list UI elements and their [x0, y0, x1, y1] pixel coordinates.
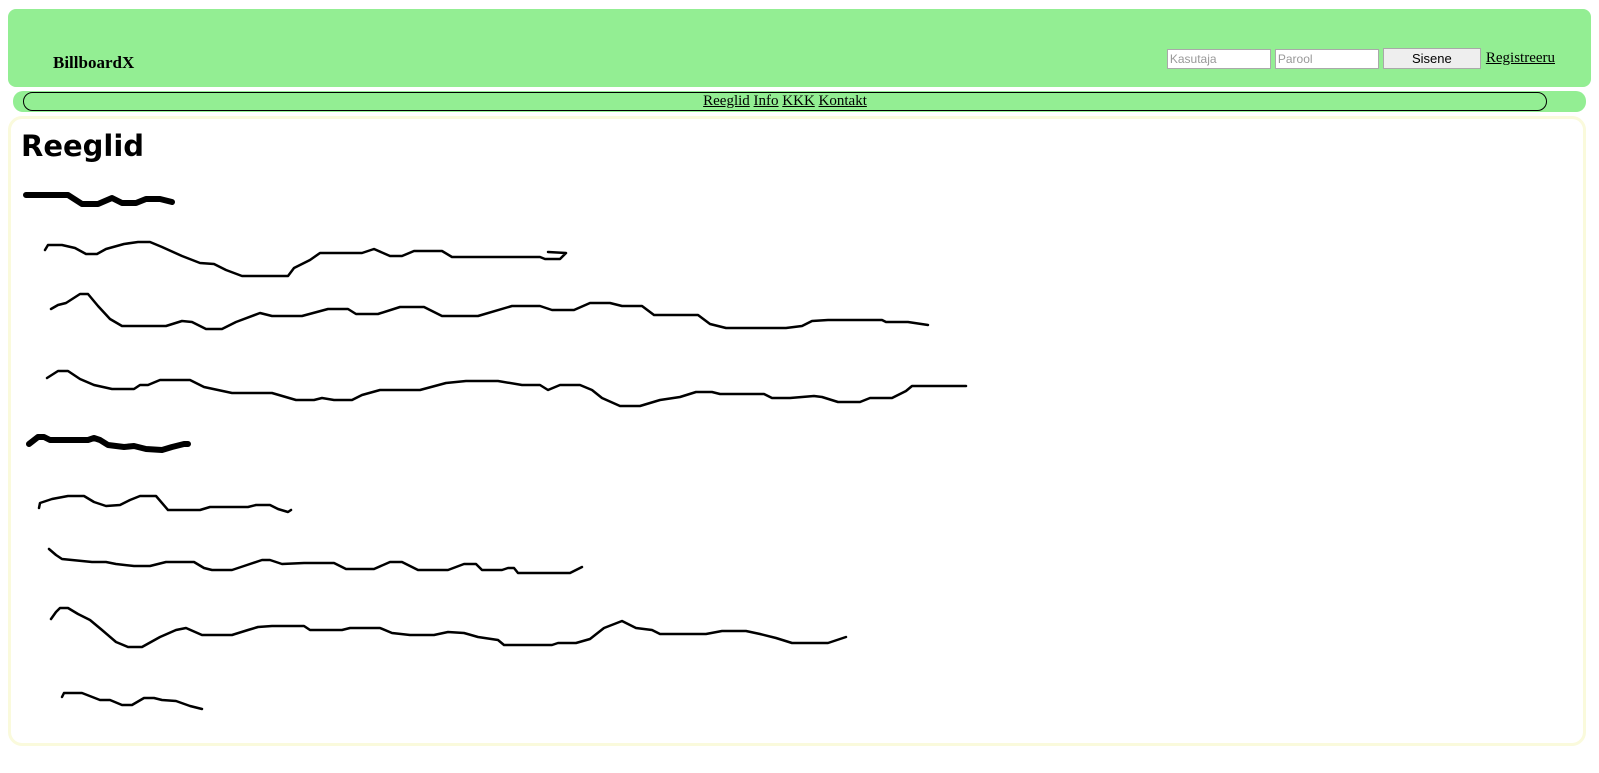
scribble-heading-2: [26, 434, 191, 453]
scribble-line-1: [43, 240, 568, 278]
scribble-line-2: [49, 292, 930, 331]
redacted-scribbles: [23, 192, 968, 711]
scribble-line-6: [49, 606, 848, 649]
scribble-line-5: [47, 547, 584, 575]
scribble-line-7: [60, 691, 204, 711]
scribble-line-4: [37, 494, 293, 514]
scribble-line-3: [45, 369, 968, 408]
scribble-heading-1: [23, 192, 175, 207]
